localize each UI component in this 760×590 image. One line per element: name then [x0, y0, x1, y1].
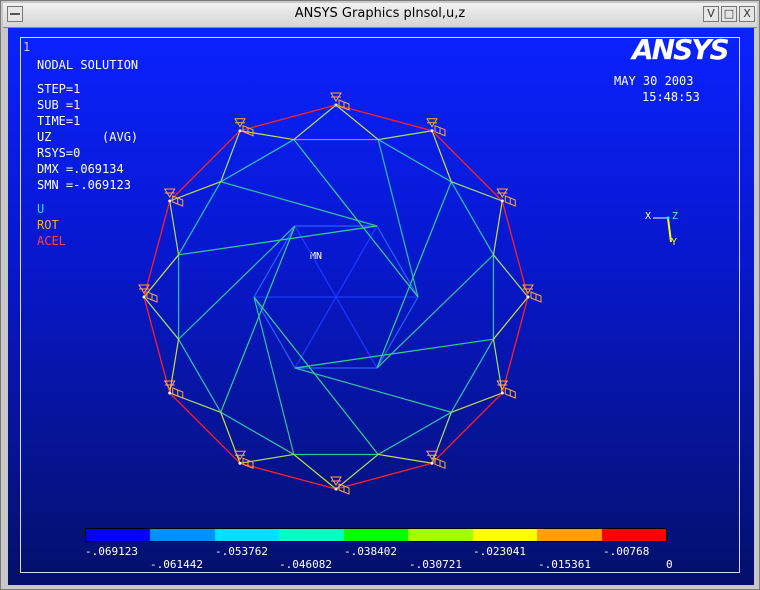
- mesh-edge-spoke: [378, 453, 433, 464]
- mesh-edge-spoke: [451, 392, 503, 413]
- mesh-edge-mid: [178, 181, 222, 256]
- mesh-edge-inner: [294, 367, 452, 413]
- legend-value-top-2: -.053762: [215, 545, 268, 558]
- mesh-edge-spoke: [492, 200, 503, 255]
- mesh-edge-inner: [293, 139, 419, 298]
- ansys-graphics-window: ANSYS Graphics plnsol,u,z V □ X 1 ANSYS …: [0, 0, 760, 590]
- mesh-edge-inner: [178, 225, 296, 340]
- legend-value-top-1: -.069123: [85, 545, 138, 558]
- legend-value-top-3: -.038402: [344, 545, 397, 558]
- mesh-edge-outer: [239, 104, 337, 132]
- legend-band-3: [214, 529, 280, 541]
- mesh-edge-mid: [450, 338, 494, 413]
- mesh-edge-inner: [253, 296, 295, 455]
- legend-band-9: [601, 529, 666, 541]
- mesh-edge-spoke: [451, 181, 503, 202]
- mesh-edge-outer: [143, 296, 171, 394]
- mesh-edge-mid: [450, 181, 494, 256]
- window-title: ANSYS Graphics plnsol,u,z: [294, 6, 466, 21]
- mesh-edge-outer: [169, 392, 241, 464]
- mesh-edge: [376, 296, 419, 369]
- mesh-edge-mid: [377, 139, 452, 183]
- mesh-edge-outer: [143, 200, 171, 298]
- mesh-edge-inner: [294, 338, 494, 369]
- mesh-edge: [376, 225, 419, 298]
- close-button[interactable]: X: [739, 6, 755, 22]
- mesh-edge-outer: [501, 200, 529, 298]
- maximize-button[interactable]: □: [721, 6, 737, 22]
- legend-band-4: [279, 529, 344, 541]
- legend-value-bottom-1: -.061442: [150, 558, 203, 571]
- mesh-edge-spoke: [431, 130, 452, 182]
- mesh-edge-inner: [220, 181, 378, 227]
- mesh-edge-inner: [377, 139, 419, 298]
- mesh-edge-spoke: [220, 130, 241, 182]
- triad-z-label: Z: [672, 211, 679, 222]
- mesh-edge-outer: [501, 296, 529, 394]
- legend-value-top-4: -.023041: [473, 545, 526, 558]
- mesh-edge-mid: [220, 139, 295, 183]
- mesh-edge-inner: [376, 181, 452, 369]
- mesh-edge-outer: [335, 104, 433, 132]
- mesh-edge-spoke: [378, 130, 433, 141]
- mesh-edge-outer: [239, 462, 337, 490]
- triad-x-label: X: [645, 211, 652, 222]
- legend-band-6: [408, 529, 473, 541]
- mesh-lines: [143, 104, 529, 490]
- title-bar[interactable]: ANSYS Graphics plnsol,u,z V □ X: [3, 3, 757, 28]
- contour-legend-bar: [85, 528, 667, 542]
- legend-band-7: [472, 529, 538, 541]
- mesh-edge-outer: [431, 130, 503, 202]
- legend-value-bottom-2: -.046082: [279, 558, 332, 571]
- legend-band-5: [343, 529, 409, 541]
- legend-value-bottom-4: -.015361: [538, 558, 591, 571]
- mesh-edge-outer: [431, 392, 503, 464]
- legend-value-bottom-5: 0: [666, 558, 673, 571]
- mesh-edge-outer: [335, 462, 433, 490]
- legend-band-1: [86, 529, 151, 541]
- mesh-edge-inner: [376, 254, 494, 369]
- support-symbol: [426, 118, 446, 137]
- triad-y-label: Y: [671, 237, 678, 248]
- mesh-edge-spoke: [169, 200, 180, 255]
- legend-value-top-5: -.00768: [603, 545, 650, 558]
- support-symbol: [138, 284, 158, 303]
- legend-value-bottom-3: -.030721: [409, 558, 462, 571]
- mesh-edge-outer: [169, 130, 241, 202]
- mesh-edge-mid: [178, 338, 222, 413]
- mesh-edge-inner: [253, 296, 379, 455]
- triad-z-axis: [666, 216, 670, 220]
- mesh-edge-inner: [178, 225, 378, 256]
- mesh-edge-mid: [220, 411, 295, 455]
- dome-mesh-plot: [138, 92, 672, 495]
- support-symbol: [496, 188, 516, 207]
- mesh-edge: [253, 225, 296, 298]
- mesh-edge: [253, 296, 296, 369]
- coordinate-triad: [653, 216, 672, 243]
- minimize-button[interactable]: V: [703, 6, 719, 22]
- legend-band-2: [150, 529, 215, 541]
- support-symbols: [138, 92, 542, 495]
- legend-band-8: [537, 529, 602, 541]
- graphics-canvas[interactable]: 1 ANSYS NODAL SOLUTION STEP=1 SUB =1 TIM…: [8, 28, 754, 585]
- mesh-edge-mid: [377, 411, 452, 455]
- mesh-edge-inner: [220, 225, 296, 413]
